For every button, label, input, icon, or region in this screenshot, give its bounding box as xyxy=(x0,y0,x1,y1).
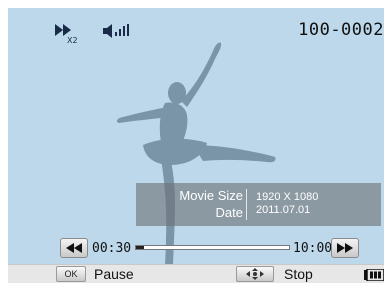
date-label: Date xyxy=(215,205,243,220)
progress-track[interactable] xyxy=(135,245,290,250)
pause-label: Pause xyxy=(94,266,134,282)
progress-fill xyxy=(136,246,144,249)
fast-forward-icon xyxy=(337,243,353,253)
dpad-icon xyxy=(246,268,264,280)
movie-size-value: 1920 X 1080 xyxy=(256,191,319,203)
speed-x2-icon: X2 xyxy=(53,22,78,49)
rewind-button[interactable] xyxy=(60,238,88,258)
file-number: 100-0002 xyxy=(298,20,384,40)
control-bar: OK Pause Stop xyxy=(8,264,384,283)
movie-info-panel: Movie Size Date 1920 X 1080 2011.07.01 xyxy=(136,183,381,226)
info-divider xyxy=(246,189,247,220)
total-time: 10:00 xyxy=(293,241,333,256)
playback-progress-row: 00:30 10:00 xyxy=(8,238,384,260)
playback-display: X2 100-0002 Movie Size Date 1920 X 1080 … xyxy=(8,8,384,283)
volume-level-icon xyxy=(101,22,133,45)
rewind-icon xyxy=(66,243,82,253)
dpad-button[interactable] xyxy=(236,266,274,282)
movie-size-label: Movie Size xyxy=(179,188,243,203)
stop-label: Stop xyxy=(284,266,313,282)
elapsed-time: 00:30 xyxy=(92,241,132,256)
battery-icon xyxy=(364,268,384,283)
svg-text:X2: X2 xyxy=(67,36,77,44)
camera-playback-screen: X2 100-0002 Movie Size Date 1920 X 1080 … xyxy=(0,0,387,291)
date-value: 2011.07.01 xyxy=(256,204,311,216)
fast-forward-button[interactable] xyxy=(331,238,359,258)
ok-button[interactable]: OK xyxy=(56,266,86,282)
